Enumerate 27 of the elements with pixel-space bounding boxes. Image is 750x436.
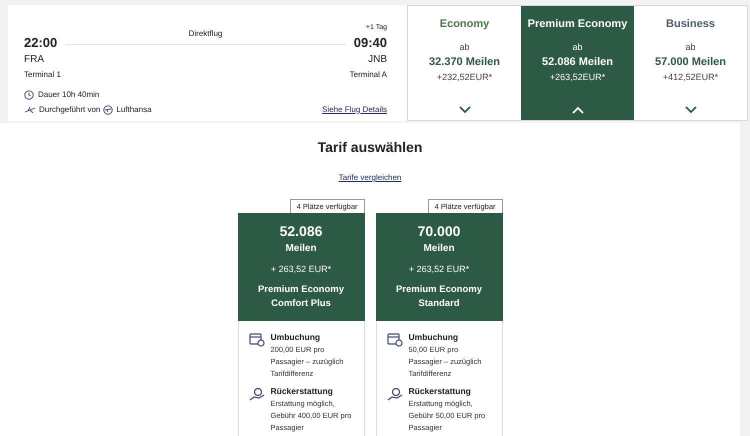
departure-time: 22:00 [24,36,58,48]
feature-title: Umbuchung [408,331,460,344]
feature-title: Umbuchung [270,331,322,344]
feature-title: Rückerstattung [270,385,334,398]
chevron-down-icon [684,106,696,114]
departure-airport: FRA [24,52,44,66]
operated-by-label: Durchgeführt von [39,104,100,116]
duration-text: Dauer 10h 40min [38,88,100,100]
chevron-up-icon [572,106,584,114]
arrival-airport: JNB [368,52,387,66]
arrival-time: 09:40 [354,36,387,48]
calendar-refresh-icon [386,333,402,348]
airline-logo-icon [103,104,114,114]
flight-type: Direktflug [188,28,222,40]
clock-icon [24,90,34,100]
compare-fares-link[interactable]: Tarife vergleichen [338,172,402,184]
fare-card-header[interactable]: 70.000 Meilen + 263,52 EUR* Premium Economy Standard [376,213,502,322]
feature-title: Rückerstattung [408,385,472,398]
departure-terminal: Terminal 1 [24,68,61,80]
section-title: Tarif auswählen [318,138,422,157]
airline-name: Lufthansa [116,104,152,116]
chevron-down-icon [458,106,470,114]
calendar-refresh-icon [248,333,264,348]
fare-card-header[interactable]: 52.086 Meilen + 263,52 EUR* Premium Economy Comfort Plus [238,213,364,322]
arrival-terminal: Terminal A [350,68,387,80]
cabin-tab[interactable]: Premium Economy ab 52.086 Meilen +263,52EUR* [521,6,634,120]
flight-details-link[interactable]: Siehe Flug Details [322,104,387,116]
